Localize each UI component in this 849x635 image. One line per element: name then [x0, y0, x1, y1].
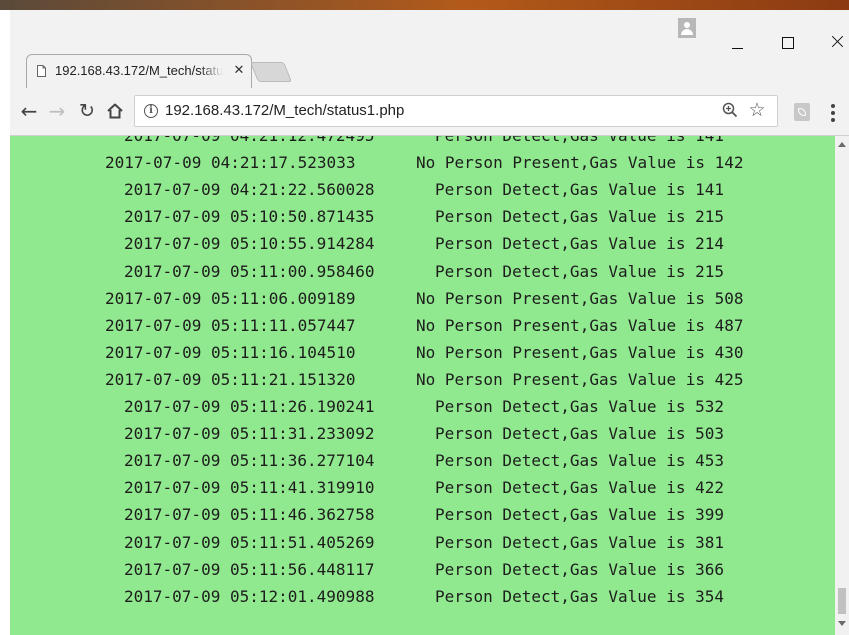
- log-timestamp: 2017-07-09 04:21:22.560028: [124, 180, 375, 200]
- log-message: Person Detect,Gas Value is 503: [435, 424, 724, 444]
- log-timestamp: 2017-07-09 05:11:00.958460: [124, 261, 375, 281]
- log-line: 2017-07-09 05:11:31.233092 Person Detect,…: [10, 420, 835, 447]
- minimize-button[interactable]: [718, 20, 758, 60]
- log-message: No Person Present,Gas Value is 508: [416, 288, 744, 308]
- log-timestamp: 2017-07-09 05:11:41.319910: [124, 478, 375, 498]
- log-message: Person Detect,Gas Value is 366: [435, 559, 724, 579]
- log-message: Person Detect,Gas Value is 354: [435, 586, 724, 606]
- url-text[interactable]: 192.168.43.172/M_tech/status1.php: [165, 102, 404, 119]
- vertical-scrollbar[interactable]: [835, 136, 849, 635]
- info-icon[interactable]: i: [144, 104, 158, 118]
- log-message: Person Detect,Gas Value is 215: [435, 207, 724, 227]
- log-message: Person Detect,Gas Value is 381: [435, 532, 724, 552]
- log-line: 2017-07-09 05:11:00.958460 Person Detect,…: [10, 258, 835, 285]
- log-timestamp: 2017-07-09 05:11:36.277104: [124, 451, 375, 471]
- back-arrow-icon[interactable]: ←: [16, 98, 42, 124]
- log-timestamp: 2017-07-09 05:10:50.871435: [124, 207, 375, 227]
- log-timestamp: 2017-07-09 04:21:12.472495: [124, 136, 374, 149]
- reload-icon[interactable]: ↻: [74, 98, 100, 124]
- page-content: 2017-07-09 04:21:12.472495 Person Detect,…: [10, 136, 835, 635]
- log-line: 2017-07-09 05:11:46.362758 Person Detect,…: [10, 501, 835, 528]
- log-line: 2017-07-09 04:21:12.472495 Person Detect,…: [10, 136, 835, 149]
- tab-strip: 192.168.43.172/M_tech/status1.php ✕: [10, 10, 849, 88]
- log-line: 2017-07-09 05:10:50.871435 Person Detect,…: [10, 203, 835, 230]
- log-line: 2017-07-09 05:11:26.190241 Person Detect,…: [10, 393, 835, 420]
- log-line: 2017-07-09 05:11:51.405269 Person Detect,…: [10, 529, 835, 556]
- page-icon: [37, 65, 46, 77]
- log-line: 2017-07-09 05:11:36.277104 Person Detect,…: [10, 447, 835, 474]
- log-line: 2017-07-09 05:11:41.319910 Person Detect,…: [10, 474, 835, 501]
- forward-arrow-icon[interactable]: →: [44, 98, 70, 124]
- log-line: 2017-07-09 05:10:55.914284 Person Detect,…: [10, 230, 835, 257]
- browser-frame: 192.168.43.172/M_tech/status1.php ✕ ← → …: [10, 10, 849, 635]
- zoom-icon[interactable]: [721, 102, 739, 120]
- log-timestamp: 2017-07-09 05:11:21.151320: [105, 369, 356, 389]
- log-timestamp: 2017-07-09 05:11:06.009189: [105, 288, 356, 308]
- log-timestamp: 2017-07-09 04:21:17.523033: [105, 153, 356, 173]
- scroll-down-arrow-icon[interactable]: [838, 621, 846, 626]
- log-timestamp: 2017-07-09 05:11:46.362758: [124, 505, 375, 525]
- log-timestamp: 2017-07-09 05:11:26.190241: [124, 397, 375, 416]
- tab-title: 192.168.43.172/M_tech/status1.php: [55, 63, 223, 78]
- kebab-menu-icon[interactable]: [830, 104, 836, 122]
- profile-icon[interactable]: [678, 18, 696, 38]
- browser-window: 192.168.43.172/M_tech/status1.php ✕ ← → …: [0, 0, 849, 635]
- log-line: 2017-07-09 05:12:01.490988 Person Detect,…: [10, 583, 835, 610]
- desktop-edge: [0, 0, 849, 10]
- log-message: Person Detect,Gas Value is 399: [435, 505, 724, 525]
- log-line: 2017-07-09 05:11:21.151320 No Person Pres…: [10, 366, 835, 393]
- log-message: No Person Present,Gas Value is 487: [416, 315, 744, 335]
- log-timestamp: 2017-07-09 05:11:11.057447: [105, 315, 356, 335]
- address-bar[interactable]: i 192.168.43.172/M_tech/status1.php ☆: [134, 95, 778, 127]
- log-timestamp: 2017-07-09 05:11:16.104510: [105, 342, 356, 362]
- log-message: Person Detect,Gas Value is 141: [435, 180, 724, 200]
- log-timestamp: 2017-07-09 05:11:31.233092: [124, 424, 375, 444]
- log-line: 2017-07-09 05:11:06.009189 No Person Pres…: [10, 285, 835, 312]
- log-message: Person Detect,Gas Value is 214: [435, 234, 724, 254]
- tab-close-icon[interactable]: ✕: [232, 64, 246, 78]
- log-timestamp: 2017-07-09 05:12:01.490988: [124, 586, 375, 606]
- log-timestamp: 2017-07-09 05:11:51.405269: [124, 532, 375, 552]
- log-line: 2017-07-09 04:21:17.523033 No Person Pres…: [10, 149, 835, 176]
- browser-toolbar: ← → ↻ i 192.168.43.172/M_tech/status1.ph…: [10, 88, 849, 136]
- log-line: 2017-07-09 05:11:16.104510 No Person Pres…: [10, 339, 835, 366]
- log-message: Person Detect,Gas Value is 215: [435, 261, 724, 281]
- log-line: 2017-07-09 04:21:22.560028 Person Detect,…: [10, 176, 835, 203]
- new-tab-button[interactable]: [249, 62, 293, 82]
- log-message: Person Detect,Gas Value is 532: [435, 397, 724, 416]
- log-message: No Person Present,Gas Value is 425: [416, 369, 744, 389]
- log-timestamp: 2017-07-09 05:10:55.914284: [124, 234, 375, 254]
- scroll-thumb[interactable]: [838, 588, 846, 614]
- home-icon[interactable]: [102, 98, 128, 124]
- log-message: Person Detect,Gas Value is 141: [435, 136, 724, 149]
- log-message: No Person Present,Gas Value is 430: [416, 342, 744, 362]
- log-message: Person Detect,Gas Value is 422: [435, 478, 724, 498]
- maximize-button[interactable]: [768, 20, 808, 60]
- log-message: Person Detect,Gas Value is 453: [435, 451, 724, 471]
- star-icon[interactable]: ☆: [747, 100, 767, 120]
- log-line: 2017-07-09 05:11:11.057447 No Person Pres…: [10, 312, 835, 339]
- log-message: No Person Present,Gas Value is 142: [416, 153, 744, 173]
- log-timestamp: 2017-07-09 05:11:56.448117: [124, 559, 375, 579]
- log-line: 2017-07-09 05:11:56.448117 Person Detect,…: [10, 556, 835, 583]
- close-window-button[interactable]: [816, 20, 849, 60]
- pdf-extension-icon[interactable]: [794, 103, 810, 121]
- scroll-up-arrow-icon[interactable]: [838, 142, 846, 147]
- tab-status1[interactable]: 192.168.43.172/M_tech/status1.php ✕: [26, 54, 252, 88]
